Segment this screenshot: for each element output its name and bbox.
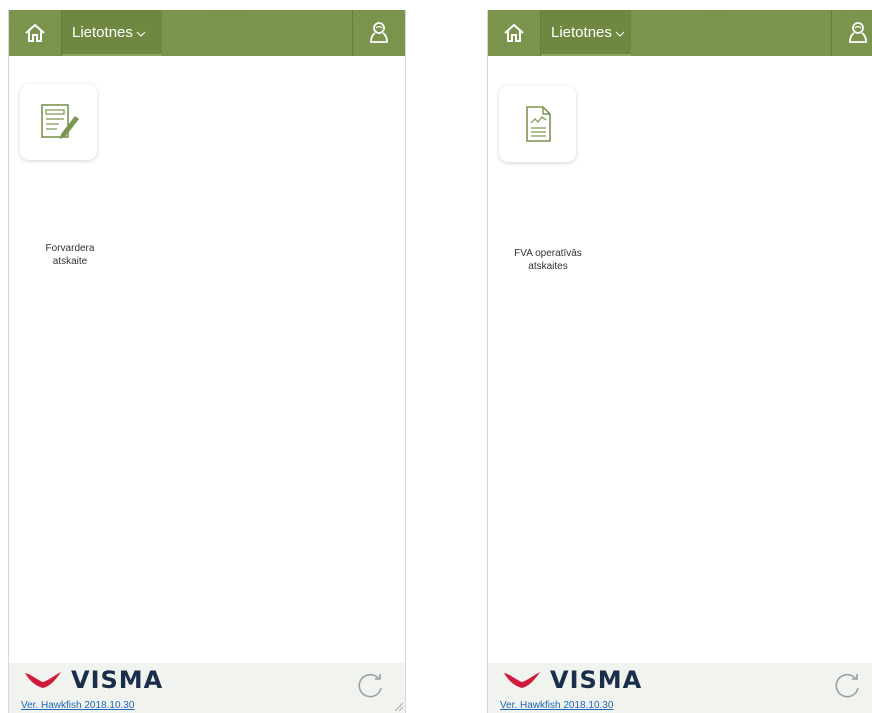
footer: VISMA Ver. Hawkfish 2018.10.30: [9, 663, 405, 713]
apps-menu-dropdown[interactable]: Lietotnes: [62, 10, 162, 56]
report-edit-icon: [40, 104, 79, 139]
home-icon: [504, 23, 524, 42]
app-tile-forvardera-atskaite[interactable]: Forvardera atskaite: [20, 84, 97, 267]
chart-document-icon: [525, 106, 551, 142]
refresh-icon[interactable]: [832, 671, 862, 701]
chevron-down-icon: [615, 31, 625, 37]
visma-brand-text: VISMA: [550, 666, 643, 694]
user-profile-button[interactable]: [831, 10, 872, 56]
visma-logo: VISMA: [23, 666, 164, 694]
home-icon: [25, 23, 45, 42]
user-icon: [370, 22, 388, 43]
visma-logo: VISMA: [502, 666, 643, 694]
apps-menu-label: Lietotnes: [72, 23, 133, 41]
app-panel-left: Lietotnes Forvardera atskaite VISMA Ver.…: [8, 10, 406, 713]
resize-grip-icon[interactable]: [392, 700, 404, 712]
home-button[interactable]: [9, 10, 62, 56]
refresh-icon[interactable]: [355, 671, 385, 701]
top-navigation-bar: Lietotnes: [488, 10, 872, 56]
version-link[interactable]: Ver. Hawkfish 2018.10.30: [21, 700, 134, 711]
apps-menu-dropdown[interactable]: Lietotnes: [541, 10, 631, 56]
top-navigation-bar: Lietotnes: [9, 10, 405, 56]
user-icon: [849, 22, 867, 43]
visma-brand-text: VISMA: [71, 666, 164, 694]
app-tile-label: Forvardera atskaite: [45, 243, 95, 267]
visma-swoosh-icon: [504, 672, 540, 688]
footer: VISMA Ver. Hawkfish 2018.10.30: [488, 663, 872, 713]
visma-swoosh-icon: [25, 672, 61, 688]
chevron-down-icon: [136, 31, 146, 37]
app-tile-fva-operativas-atskaites[interactable]: FVA operatīvās atskaites: [499, 86, 582, 272]
home-button[interactable]: [488, 10, 541, 56]
apps-menu-label: Lietotnes: [551, 23, 612, 41]
app-panel-right: Lietotnes FVA operatīvās atskaites VISMA…: [487, 10, 872, 713]
app-tile-label: FVA operatīvās atskaites: [514, 248, 582, 272]
version-link[interactable]: Ver. Hawkfish 2018.10.30: [500, 700, 613, 711]
user-profile-button[interactable]: [352, 10, 405, 56]
